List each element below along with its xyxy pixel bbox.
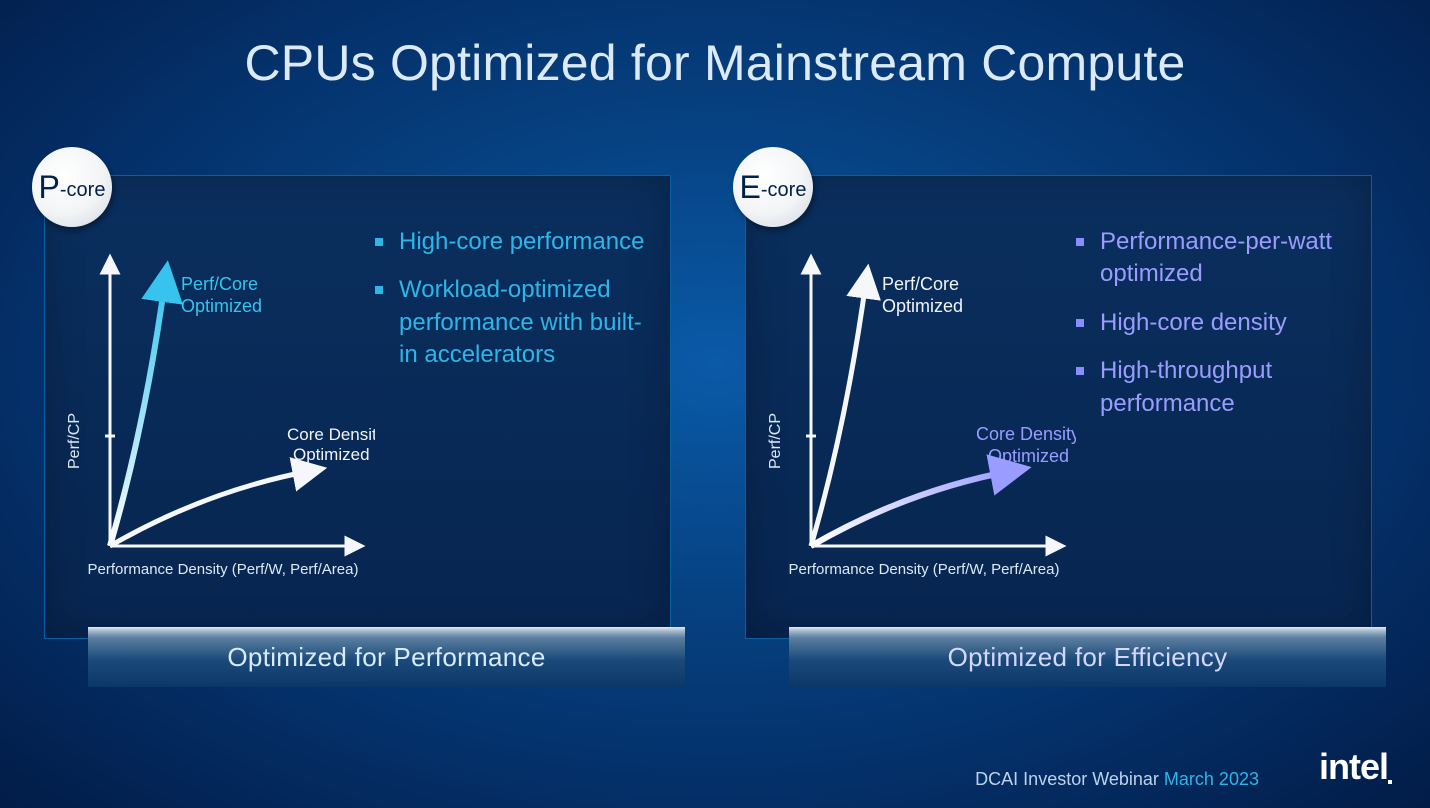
list-item: High-core density bbox=[1076, 307, 1361, 339]
ecore-bullets: Performance-per-watt optimized High-core… bbox=[1076, 226, 1361, 436]
panel-ecore: Perf/CP Performance Density (Perf/W, Per… bbox=[745, 155, 1386, 675]
footer: DCAI Investor Webinar March 2023 intel bbox=[0, 746, 1430, 790]
pcore-badge: P-core bbox=[32, 147, 112, 227]
intel-logo: intel bbox=[1319, 746, 1388, 790]
curve-a-label-2: Optimized bbox=[882, 296, 963, 316]
x-axis-label: Performance Density (Perf/W, Perf/Area) bbox=[789, 561, 1060, 578]
curve-b-label-2: Optimized bbox=[988, 446, 1069, 466]
panels-row: Perf/CP Performance Density (Perf/W, Per… bbox=[44, 155, 1386, 675]
y-axis-label: Perf/CP bbox=[66, 413, 83, 469]
curve-core-density bbox=[811, 471, 1011, 546]
footer-text: DCAI Investor Webinar March 2023 bbox=[975, 769, 1259, 790]
pcore-bullets: High-core performance Workload-optimized… bbox=[375, 226, 660, 388]
panel-pcore-box: Perf/CP Performance Density (Perf/W, Per… bbox=[44, 175, 671, 639]
list-item: High-throughput performance bbox=[1076, 355, 1361, 420]
curve-perf-core bbox=[110, 281, 165, 546]
curve-a-label-1: Perf/Core bbox=[882, 274, 959, 294]
curve-b-label-1: Core Density bbox=[287, 425, 375, 444]
curve-core-density bbox=[110, 471, 310, 546]
curve-a-label-2: Optimized bbox=[181, 296, 262, 316]
y-axis-label: Perf/CP bbox=[767, 413, 784, 469]
x-axis-label: Performance Density (Perf/W, Perf/Area) bbox=[88, 561, 359, 578]
list-item: High-core performance bbox=[375, 226, 660, 258]
curve-perf-core bbox=[811, 281, 866, 546]
panel-pcore: Perf/CP Performance Density (Perf/W, Per… bbox=[44, 155, 685, 675]
badge-text: P-core bbox=[39, 169, 106, 206]
list-item: Workload-optimized performance with buil… bbox=[375, 274, 660, 371]
curve-b-label-2: Optimized bbox=[293, 445, 370, 464]
panel-ecore-box: Perf/CP Performance Density (Perf/W, Per… bbox=[745, 175, 1372, 639]
list-item: Performance-per-watt optimized bbox=[1076, 226, 1361, 291]
page-title: CPUs Optimized for Mainstream Compute bbox=[0, 0, 1430, 92]
curve-b-label-1: Core Density bbox=[976, 424, 1076, 444]
pcore-chart: Perf/CP Performance Density (Perf/W, Per… bbox=[55, 246, 375, 596]
ecore-caption: Optimized for Efficiency bbox=[789, 627, 1386, 687]
curve-a-label-1: Perf/Core bbox=[181, 274, 258, 294]
ecore-badge: E-core bbox=[733, 147, 813, 227]
ecore-chart: Perf/CP Performance Density (Perf/W, Per… bbox=[756, 246, 1076, 596]
pcore-caption: Optimized for Performance bbox=[88, 627, 685, 687]
badge-text: E-core bbox=[740, 169, 807, 206]
